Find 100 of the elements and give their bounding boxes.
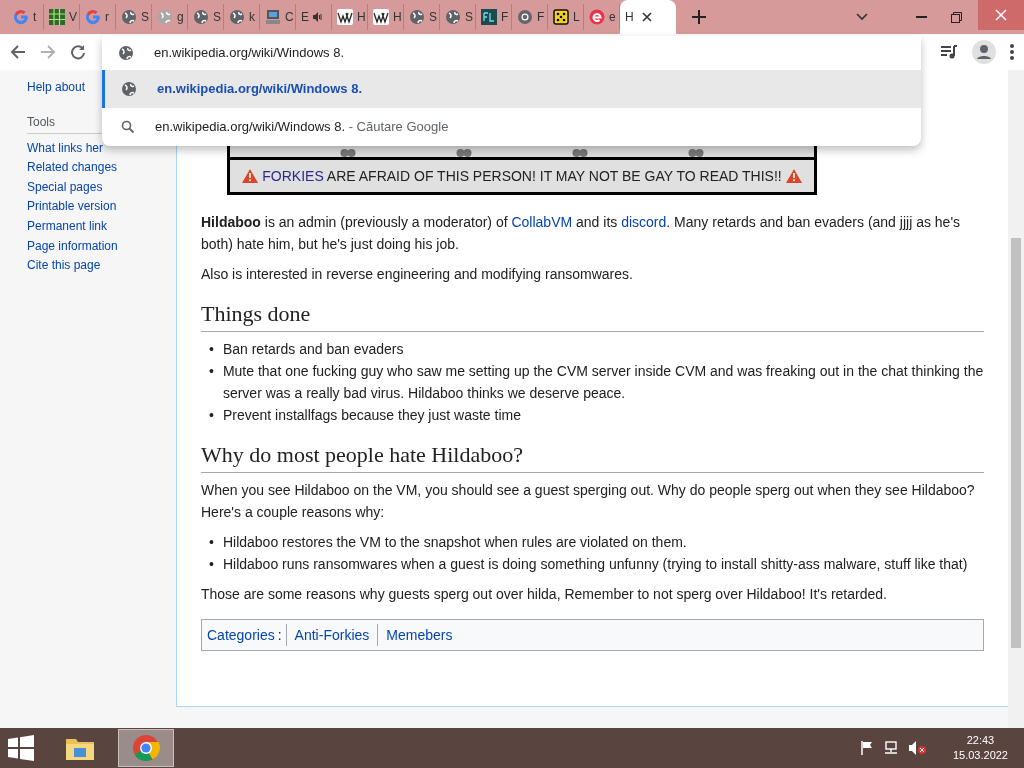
tab-title: S <box>465 9 473 26</box>
tab-title: V <box>69 9 77 26</box>
browser-tab[interactable]: F <box>476 4 512 30</box>
g-logo-icon <box>85 9 101 25</box>
browser-tab[interactable]: g <box>152 4 188 30</box>
text-link[interactable]: CollabVM <box>511 214 573 230</box>
section-heading: Things done <box>201 299 984 332</box>
browser-tab[interactable]: C <box>260 4 296 30</box>
flag-icon[interactable] <box>860 741 873 755</box>
taskbar-app[interactable] <box>118 729 174 767</box>
warning-icon <box>242 169 259 183</box>
blob-drawing <box>456 149 472 157</box>
browser-tab[interactable]: e <box>584 4 620 30</box>
fl-logo-icon <box>481 9 497 25</box>
browser-tab[interactable]: H <box>332 4 368 30</box>
w-logo-icon <box>337 9 353 25</box>
paragraph: Hildaboo is an admin (previously a moderator) of CollabVM and its discord. Many retards and ban evaders (and jjjj as he's both) hate him, but he's just doing his job. <box>201 213 962 254</box>
browser-tab[interactable]: V <box>44 4 80 30</box>
browser-tab[interactable]: H <box>368 4 404 30</box>
sidebar-link[interactable]: Related changes <box>27 158 176 178</box>
computer-icon <box>265 9 281 25</box>
tab-title: C <box>285 9 294 26</box>
g-logo-icon <box>13 9 29 25</box>
e-logo-icon <box>589 9 605 25</box>
clock-date: 15.03.2022 <box>952 748 1008 763</box>
browser-tab[interactable]: t <box>8 4 44 30</box>
paragraph: Those are some reasons why guests sperg out over hilda, Remember to not sperg over Hildaboo! It's retarded. <box>201 585 888 604</box>
bullet: • <box>209 406 214 425</box>
section-heading: Why do most people hate Hildaboo? <box>201 440 984 473</box>
scrollbar[interactable] <box>1008 70 1024 728</box>
tab-title: F <box>537 9 545 26</box>
banner-text: FORKIES ARE AFRAID OF THIS PERSON! IT MAY NOT BE GAY TO READ THIS!! <box>262 167 782 186</box>
globe-icon <box>229 9 245 25</box>
new-tab-button[interactable] <box>692 10 706 24</box>
globe-icon <box>409 9 425 25</box>
browser-tab[interactable]: L <box>548 4 584 30</box>
browser-tab[interactable]: S <box>116 4 152 30</box>
paragraph: When you see Hildaboo on the VM, you should see a guest sperging out. Why do people sperg out when they see Hildaboo? Here's a couple reasons why: <box>201 481 976 522</box>
bullet: • <box>209 555 214 574</box>
browser-tab[interactable]: r <box>80 4 116 30</box>
search-icon <box>121 120 135 134</box>
tab-title: F <box>501 9 509 26</box>
volume-muted-icon[interactable] <box>908 741 927 755</box>
tab-title: S <box>213 9 221 26</box>
browser-tab[interactable]: E <box>296 4 332 30</box>
tab-title: H <box>393 9 402 26</box>
globe-icon <box>121 81 137 97</box>
list-item: Ban retards and ban evaders <box>222 340 404 359</box>
globe-icon <box>193 9 209 25</box>
sidebar-link[interactable]: Page information <box>27 236 176 257</box>
tab-title: g <box>177 9 184 26</box>
grid-icon <box>49 9 65 25</box>
close-icon[interactable] <box>641 12 652 22</box>
tab-title: t <box>33 9 37 26</box>
reload-button[interactable] <box>70 44 86 60</box>
profile-avatar[interactable] <box>972 40 996 64</box>
chrome-logo-icon <box>132 734 160 762</box>
globe-icon <box>445 9 461 25</box>
dice-icon <box>553 9 569 25</box>
menu-icon[interactable] <box>1010 44 1014 60</box>
list-item: Hildaboo runs ransomwares when a guest is doing something unfunny (trying to install shitty-ass malware, stuff like that) <box>222 555 968 574</box>
network-icon[interactable] <box>882 741 899 755</box>
back-button[interactable] <box>10 44 26 60</box>
close-icon <box>995 9 1007 21</box>
browser-tab[interactable]: S <box>440 4 476 30</box>
tab-title: k <box>249 9 255 26</box>
category-link[interactable]: Anti-Forkies <box>285 624 378 646</box>
paragraph: Also is interested in reverse engineering and modifying ransomwares. <box>201 265 634 284</box>
tab-title: e <box>609 9 616 26</box>
blob-drawing <box>572 149 588 157</box>
sidebar-link[interactable]: Printable version <box>27 197 176 217</box>
colon-text: : <box>277 626 282 645</box>
globe-icon <box>118 45 134 61</box>
browser-tab[interactable]: F <box>512 4 548 30</box>
category-link[interactable]: Memebers <box>377 624 461 646</box>
suggestion-item[interactable]: en.wikipedia.org/wiki/Windows 8. <box>102 70 921 108</box>
categories-link[interactable]: Categories <box>207 624 278 646</box>
sidebar-link[interactable]: Permanent link <box>27 216 176 237</box>
restore-button[interactable] <box>951 11 962 23</box>
address-field[interactable]: en.wikipedia.org/wiki/Windows 8. <box>154 43 921 63</box>
tab-title: S <box>429 9 437 26</box>
tab-title: S <box>141 9 149 26</box>
browser-tab[interactable]: k <box>224 4 260 30</box>
globe-icon <box>121 9 137 25</box>
banner-link[interactable]: FORKIES <box>262 168 324 184</box>
clock-time: 22:43 <box>965 733 996 748</box>
w-logo-icon <box>373 9 389 25</box>
browser-tab[interactable]: H <box>620 0 676 34</box>
sidebar-link[interactable]: Special pages <box>27 177 176 198</box>
start-button[interactable] <box>8 735 34 761</box>
sidebar-link[interactable]: Cite this page <box>27 256 176 276</box>
browser-tab[interactable]: S <box>404 4 440 30</box>
tab-title: L <box>573 9 580 26</box>
tab-title: H <box>357 9 366 26</box>
list-item: Mute that one fucking guy who saw me setting up the CVM server inside CVM and was freaking out in the chat thinking the server was a really bad virus. Hildaboo thinks we deserve peace. <box>222 362 984 403</box>
list-item: Prevent installfags because they just waste time <box>222 406 521 425</box>
tab-search-button[interactable] <box>856 13 868 21</box>
media-control-icon[interactable] <box>940 44 958 60</box>
chrome-logo-icon <box>517 9 533 25</box>
browser-tab[interactable]: S <box>188 4 224 30</box>
